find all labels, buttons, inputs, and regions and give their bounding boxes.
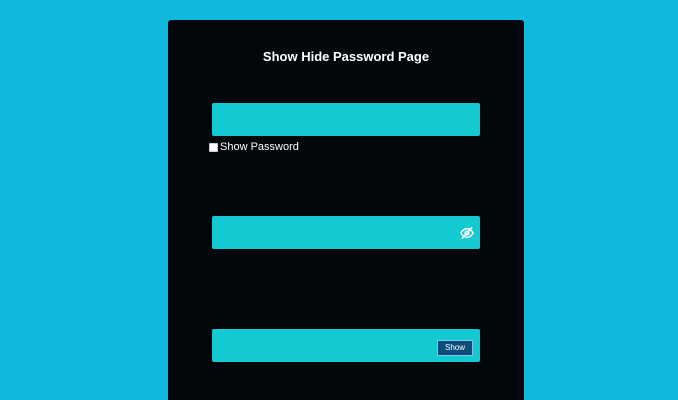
password-field-1: [212, 103, 480, 136]
password-field-3: Show: [212, 329, 480, 362]
show-password-checkbox[interactable]: [209, 142, 218, 152]
password-card: Show Hide Password Page Show Password Sh…: [168, 20, 524, 400]
show-button[interactable]: Show: [437, 340, 473, 356]
page-title: Show Hide Password Page: [262, 49, 430, 64]
password-field-2: [212, 216, 480, 249]
page-background: Show Hide Password Page Show Password Sh…: [0, 0, 678, 400]
show-password-label: Show Password: [220, 141, 299, 153]
show-password-checkbox-row[interactable]: Show Password: [209, 141, 299, 153]
password-input-2[interactable]: [212, 216, 480, 249]
password-input-1[interactable]: [212, 103, 480, 136]
eye-slash-icon[interactable]: [460, 226, 474, 240]
